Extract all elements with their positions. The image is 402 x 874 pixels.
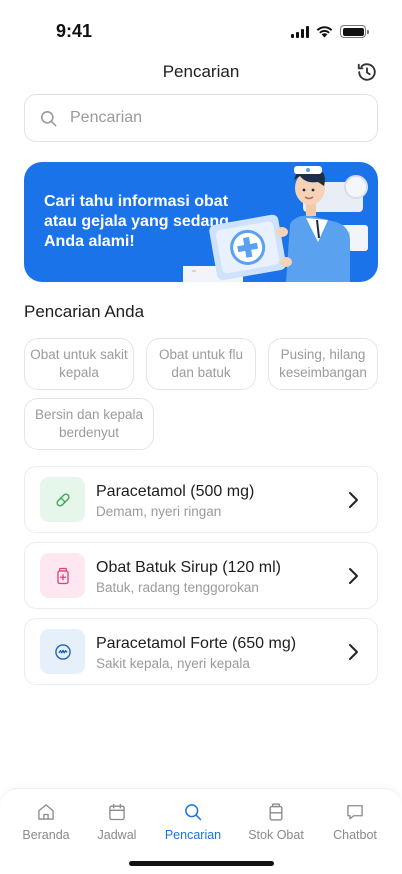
nav-label: Jadwal — [97, 828, 137, 842]
history-icon — [357, 63, 376, 81]
nav-label: Stok Obat — [248, 828, 304, 842]
chip-label: Pusing, hilang keseimbangan — [279, 347, 367, 380]
recent-searches-title: Pencarian Anda — [24, 302, 145, 321]
medicine-indication: Batuk, radang tenggorokan — [96, 580, 259, 595]
chip-label: Obat untuk flu dan batuk — [158, 347, 244, 380]
chat-icon — [347, 805, 363, 820]
nav-item-pencarian[interactable]: Pencarian — [153, 802, 233, 842]
syrup-bottle-icon — [40, 553, 85, 598]
nav-item-chatbot[interactable]: Chatbot — [315, 802, 395, 842]
nav-label: Pencarian — [164, 828, 222, 842]
medicine-result-card[interactable]: Obat Batuk Sirup (120 ml) Batuk, radang … — [24, 542, 378, 609]
page-title: Pencarian — [162, 62, 240, 81]
medicine-name: Paracetamol Forte (650 mg) — [96, 635, 297, 652]
search-input[interactable] — [70, 109, 350, 127]
history-button[interactable] — [356, 61, 378, 83]
medicine-box-icon — [269, 803, 283, 821]
battery-icon — [340, 25, 369, 38]
medicine-indication: Sakit kepala, nyeri kepala — [96, 656, 250, 671]
home-icon — [38, 804, 54, 820]
search-bar[interactable] — [24, 94, 378, 142]
search-icon — [185, 804, 202, 821]
pill-icon — [40, 477, 85, 522]
wifi-icon — [316, 25, 333, 37]
cellular-signal-icon — [291, 25, 309, 38]
status-bar: 9:41 — [0, 0, 402, 62]
home-indicator — [129, 861, 274, 866]
nav-item-jadwal[interactable]: Jadwal — [77, 802, 157, 842]
search-chip[interactable]: Pusing, hilang keseimbangan — [268, 338, 378, 390]
medicine-result-card[interactable]: Paracetamol Forte (650 mg) Sakit kepala,… — [24, 618, 378, 685]
tablet-icon — [40, 629, 85, 674]
medicine-name: Paracetamol (500 mg) — [96, 483, 255, 500]
search-chip[interactable]: Obat untuk sakit kepala — [24, 338, 134, 390]
chevron-right-icon — [349, 492, 358, 508]
chip-label: Obat untuk sakit kepala — [30, 347, 128, 380]
nav-label: Chatbot — [333, 828, 377, 842]
chevron-right-icon — [349, 644, 358, 660]
pharmacist-illustration — [183, 166, 368, 282]
search-chip[interactable]: Obat untuk flu dan batuk — [146, 338, 256, 390]
calendar-icon — [109, 803, 125, 821]
medicine-name: Obat Batuk Sirup (120 ml) — [96, 559, 281, 576]
chevron-right-icon — [349, 568, 358, 584]
status-time: 9:41 — [56, 21, 93, 41]
medicine-result-card[interactable]: Paracetamol (500 mg) Demam, nyeri ringan — [24, 466, 378, 533]
search-icon — [40, 110, 57, 126]
medicine-indication: Demam, nyeri ringan — [96, 504, 222, 519]
nav-item-stok-obat[interactable]: Stok Obat — [236, 802, 316, 842]
search-chip[interactable]: Bersin dan kepala berdenyut — [24, 398, 154, 450]
nav-label: Beranda — [22, 828, 70, 842]
nav-item-beranda[interactable]: Beranda — [6, 802, 86, 842]
info-banner[interactable]: Cari tahu informasi obat atau gejala yan… — [24, 162, 378, 282]
chip-label: Bersin dan kepala berdenyut — [34, 407, 144, 440]
status-icons — [291, 25, 369, 38]
